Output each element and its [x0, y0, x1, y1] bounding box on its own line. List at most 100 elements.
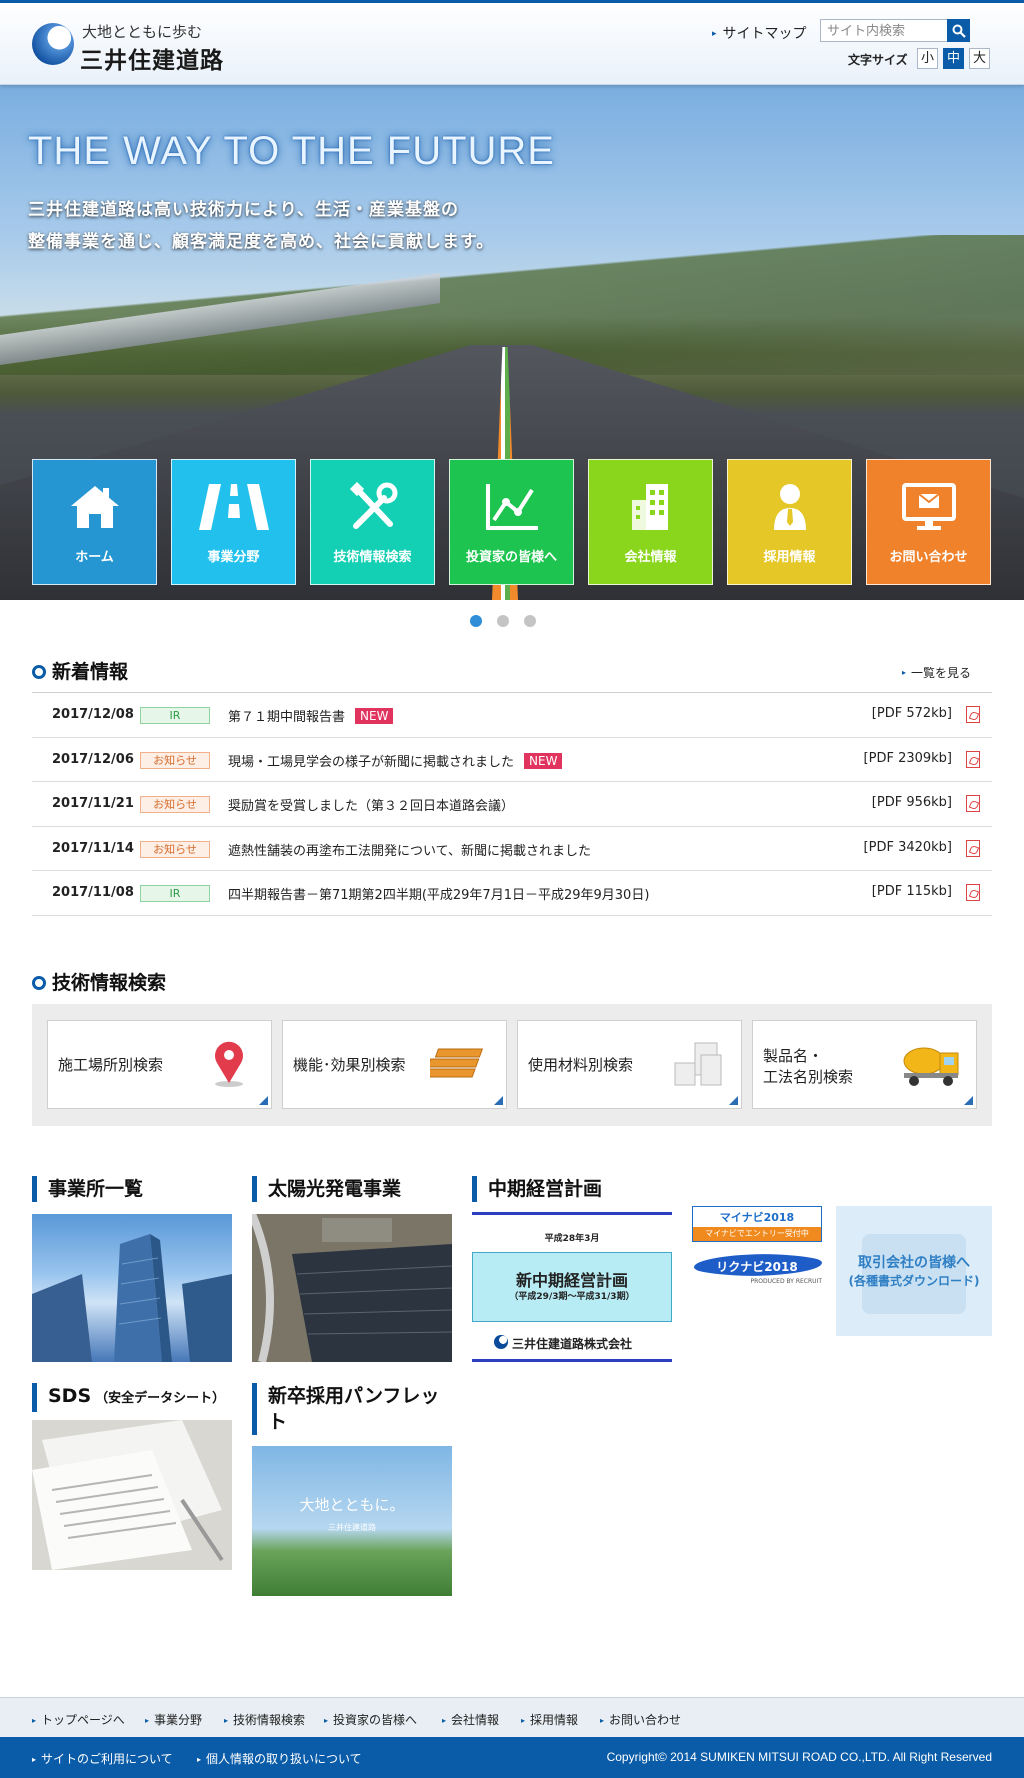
tech-card-label: 製品名・ 工法名別検索 [763, 1047, 854, 1086]
mynavi-sub: マイナビでエントリー受付中 [693, 1227, 821, 1241]
tech-card-material[interactable]: 使用材料別検索 [517, 1020, 742, 1109]
tile-business[interactable]: 事業分野 [171, 459, 296, 585]
news-item[interactable]: 2017/11/14 お知らせ 遮熱性舗装の再塗布工法開発について、新聞に掲載さ… [32, 827, 992, 871]
footer-nav-contact[interactable]: お問い合わせ [600, 1711, 681, 1728]
partners-banner[interactable]: 取引会社の皆様へ (各種書式ダウンロード) [836, 1206, 992, 1336]
news-title-wrap: 第７１期中間報告書 NEW [228, 706, 394, 725]
news-heading-text: 新着情報 [52, 661, 129, 683]
news-title[interactable]: 遮熱性舗装の再塗布工法開発について、新聞に掲載されました [228, 844, 591, 859]
footer-link-terms[interactable]: サイトのご利用について [32, 1750, 173, 1767]
plan-banner-box: 新中期経営計画 （平成29/3期～平成31/3期） [472, 1252, 672, 1322]
tile-recruit[interactable]: 採用情報 [727, 459, 852, 585]
hero-title: THE WAY TO THE FUTURE [28, 129, 555, 173]
plan-banner[interactable]: 平成28年3月 新中期経営計画 （平成29/3期～平成31/3期） 三井住建道路… [472, 1212, 672, 1362]
site-logo[interactable]: 大地とともに歩む 三井住建道路 [32, 21, 232, 74]
slider-dot-3[interactable] [524, 615, 536, 627]
search-button[interactable] [947, 19, 970, 42]
font-size-medium-button[interactable]: 中 [943, 48, 964, 69]
news-item[interactable]: 2017/11/21 お知らせ 奨励賞を受賞しました（第３２回日本道路会議） [… [32, 782, 992, 827]
copyright: Copyright© 2014 SUMIKEN MITSUI ROAD CO.,… [606, 1750, 992, 1764]
solar-heading[interactable]: 太陽光発電事業 [252, 1176, 401, 1202]
news-title[interactable]: 現場・工場見学会の様子が新聞に掲載されました [228, 755, 514, 770]
pamphlet-photo[interactable]: 大地とともに。 三井住建道路 [252, 1446, 452, 1596]
news-title[interactable]: 奨励賞を受賞しました（第３２回日本道路会議） [228, 799, 514, 814]
tile-home[interactable]: ホーム [32, 459, 157, 585]
footer-nav-business[interactable]: 事業分野 [145, 1711, 202, 1728]
footer-nav-investors[interactable]: 投資家の皆様へ [324, 1711, 417, 1728]
blocks-icon [674, 1042, 722, 1086]
news-date: 2017/11/21 [52, 796, 134, 811]
person-icon [773, 484, 806, 530]
footer-link-privacy[interactable]: 個人情報の取り扱いについて [197, 1750, 362, 1767]
font-size-small-button[interactable]: 小 [917, 48, 938, 69]
slider-dot-1[interactable] [470, 615, 482, 627]
news-tag: お知らせ [140, 796, 210, 813]
house-icon [70, 486, 119, 528]
news-file-size: [PDF 572kb] [871, 706, 952, 721]
rikunabi-banner[interactable]: リクナビ2018 PRODUCED BY RECRUIT [692, 1252, 822, 1288]
tile-recruit-label: 採用情報 [763, 550, 816, 565]
news-tag: お知らせ [140, 751, 210, 769]
pdf-icon[interactable] [966, 884, 980, 901]
rikunabi-sub: PRODUCED BY RECRUIT [750, 1278, 822, 1285]
news-more-link[interactable]: 一覧を見る [902, 664, 971, 681]
footer-nav-top[interactable]: トップページへ [32, 1711, 125, 1728]
news-list: 2017/12/08 IR 第７１期中間報告書 NEW [PDF 572kb] 2… [32, 692, 992, 916]
tech-card-function[interactable]: 機能･効果別検索 [282, 1020, 507, 1109]
solar-photo[interactable] [252, 1214, 452, 1362]
pdf-icon[interactable] [966, 706, 980, 723]
footer-nav-recruit[interactable]: 採用情報 [521, 1711, 578, 1728]
footer-nav-tech[interactable]: 技術情報検索 [224, 1711, 305, 1728]
pdf-icon[interactable] [966, 795, 980, 812]
plan-heading[interactable]: 中期経営計画 [472, 1176, 602, 1202]
news-date: 2017/12/08 [52, 707, 134, 722]
tech-card-location[interactable]: 施工場所別検索 [47, 1020, 272, 1109]
news-title-wrap: 現場・工場見学会の様子が新聞に掲載されました NEW [228, 751, 563, 770]
pdf-icon[interactable] [966, 750, 980, 768]
pamphlet-heading[interactable]: 新卒採用パンフレット [252, 1383, 452, 1435]
news-item[interactable]: 2017/12/08 IR 第７１期中間報告書 NEW [PDF 572kb] [32, 693, 992, 738]
offices-photo[interactable] [32, 1214, 232, 1362]
news-date: 2017/11/14 [52, 840, 134, 856]
tile-tech-search-label: 技術情報検索 [333, 550, 412, 565]
footer-nav-company[interactable]: 会社情報 [442, 1711, 499, 1728]
slider-pagination [470, 615, 560, 627]
tile-tech-search[interactable]: 技術情報検索 [310, 459, 435, 585]
plan-banner-title: 新中期経営計画 [515, 1271, 628, 1290]
mynavi-name: マイナビ2018 [719, 1211, 795, 1224]
sds-photo[interactable] [32, 1420, 232, 1570]
news-tag: お知らせ [140, 840, 210, 858]
slider-dot-2[interactable] [497, 615, 509, 627]
news-item[interactable]: 2017/11/08 IR 四半期報告書－第71期第2四半期(平成29年7月1日… [32, 871, 992, 916]
news-item[interactable]: 2017/12/06 お知らせ 現場・工場見学会の様子が新聞に掲載されました NE… [32, 738, 992, 782]
sitemap-link[interactable]: サイトマップ [712, 23, 807, 43]
tile-home-label: ホーム [75, 550, 114, 565]
sds-heading[interactable]: SDS （安全データシート） [32, 1383, 225, 1412]
main-menu-tiles: ホーム 事業分野 技術情報検索 投資家の皆様へ 会社情報 採用情報 お問い合わせ [32, 459, 992, 585]
tech-card-product[interactable]: 製品名・ 工法名別検索 [752, 1020, 977, 1109]
corner-arrow-icon [964, 1096, 973, 1105]
pamphlet-image-company: 三井住建道路 [328, 1523, 376, 1532]
logo-name: 三井住建道路 [80, 48, 224, 74]
font-size-large-button[interactable]: 大 [969, 48, 990, 69]
search-input[interactable] [821, 21, 947, 42]
tile-investors[interactable]: 投資家の皆様へ [449, 459, 574, 585]
search-icon [952, 24, 966, 38]
tile-company[interactable]: 会社情報 [588, 459, 713, 585]
pdf-icon[interactable] [966, 839, 980, 857]
sds-heading-sub: （安全データシート） [95, 1391, 226, 1406]
office-buildings-image [32, 1234, 232, 1362]
tile-contact[interactable]: お問い合わせ [866, 459, 991, 585]
logo-tagline: 大地とともに歩む [82, 23, 203, 41]
news-title[interactable]: 四半期報告書－第71期第2四半期(平成29年7月1日－平成29年9月30日) [228, 888, 649, 903]
mynavi-banner[interactable]: マイナビ2018 マイナビでエントリー受付中 [692, 1206, 822, 1242]
tile-contact-label: お問い合わせ [889, 550, 968, 565]
pamphlet-image-title: 大地とともに。 [299, 1496, 405, 1514]
offices-heading[interactable]: 事業所一覧 [32, 1176, 143, 1202]
news-title[interactable]: 第７１期中間報告書 [228, 710, 345, 725]
rikunabi-name: リクナビ2018 [716, 1260, 798, 1274]
solar-farm-image [252, 1214, 452, 1362]
footer-bar: サイトのご利用について 個人情報の取り扱いについて Copyright© 201… [0, 1737, 1024, 1778]
corner-arrow-icon [729, 1096, 738, 1105]
news-file-size: [PDF 956kb] [871, 795, 952, 810]
